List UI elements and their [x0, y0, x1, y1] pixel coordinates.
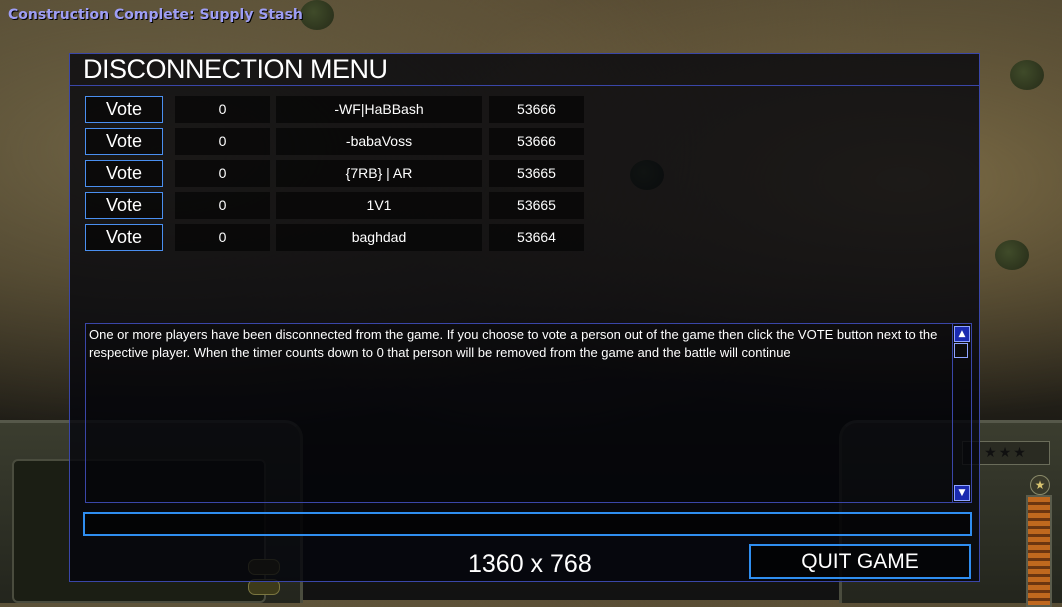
player-timer: 53664 — [489, 224, 584, 251]
chat-input[interactable] — [83, 512, 972, 536]
triangle-down-icon[interactable]: ▼ — [954, 485, 970, 501]
instructions-text: One or more players have been disconnect… — [89, 327, 938, 360]
vote-button[interactable]: Vote — [85, 224, 163, 251]
player-name: -WF|HaBBash — [276, 96, 482, 123]
player-name: {7RB} | AR — [276, 160, 482, 187]
player-timer: 53665 — [489, 160, 584, 187]
triangle-up-icon[interactable]: ▲ — [954, 326, 970, 342]
player-name: -babaVoss — [276, 128, 482, 155]
message-scrollbar[interactable]: ▲ ▼ — [952, 324, 971, 502]
construction-notification: Construction Complete: Supply Stash — [8, 7, 303, 23]
player-name: baghdad — [276, 224, 482, 251]
message-box: One or more players have been disconnect… — [85, 323, 972, 503]
power-meter — [1026, 495, 1052, 607]
vote-count: 0 — [175, 192, 270, 219]
title-divider — [70, 85, 979, 86]
terrain-tree — [300, 0, 334, 30]
terrain-tree — [995, 240, 1029, 270]
player-timer: 53665 — [489, 192, 584, 219]
star-emblem-icon: ★ — [1030, 475, 1050, 495]
terrain-tree — [1010, 60, 1044, 90]
resolution-label: 1360 x 768 — [468, 550, 592, 578]
vote-button[interactable]: Vote — [85, 128, 163, 155]
disconnection-dialog: DISCONNECTION MENU Vote 0 -WF|HaBBash 53… — [69, 53, 980, 582]
vote-count: 0 — [175, 160, 270, 187]
vote-button[interactable]: Vote — [85, 192, 163, 219]
vote-count: 0 — [175, 224, 270, 251]
player-name: 1V1 — [276, 192, 482, 219]
vote-count: 0 — [175, 96, 270, 123]
quit-game-button[interactable]: QUIT GAME — [749, 544, 971, 579]
scrollbar-thumb[interactable] — [954, 343, 968, 358]
vote-count: 0 — [175, 128, 270, 155]
player-timer: 53666 — [489, 96, 584, 123]
player-timer: 53666 — [489, 128, 584, 155]
vote-button[interactable]: Vote — [85, 160, 163, 187]
dialog-title: DISCONNECTION MENU — [83, 54, 388, 84]
vote-button[interactable]: Vote — [85, 96, 163, 123]
